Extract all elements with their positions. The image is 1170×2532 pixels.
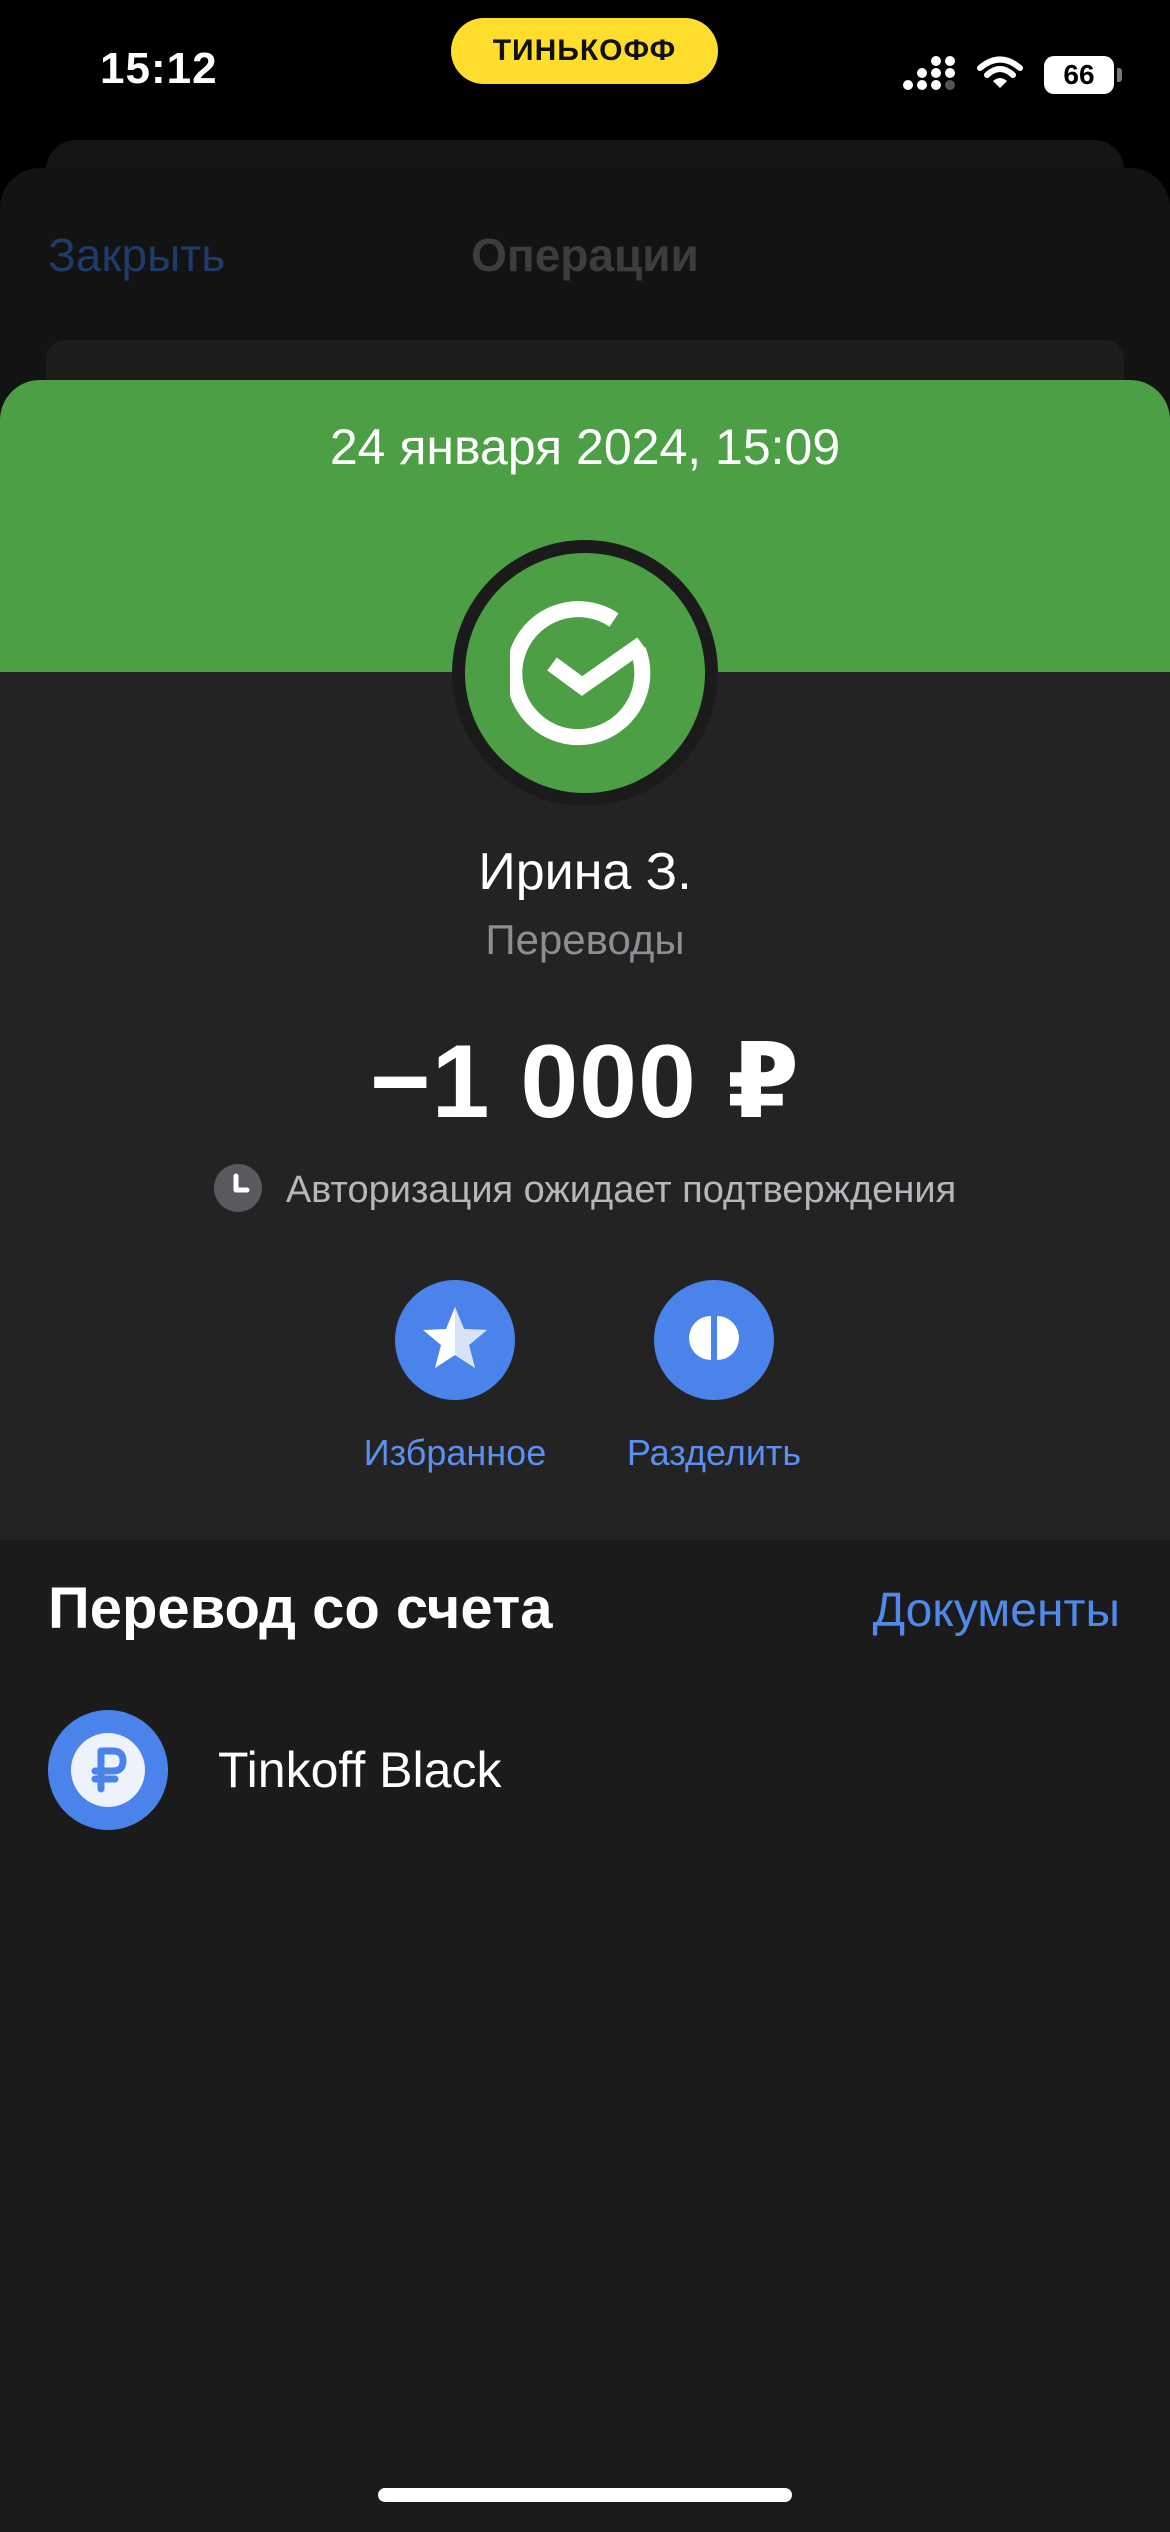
clock: 15:12: [100, 44, 218, 93]
favorite-action[interactable]: Избранное: [345, 1280, 565, 1474]
operation-sheet: 24 января 2024, 15:09 Ирина З. Переводы …: [0, 380, 1170, 2532]
source-section-title: Перевод со счета: [48, 1576, 553, 1641]
authorization-status-text: Авторизация ожидает подтверждения: [285, 1168, 957, 1211]
split-label: Разделить: [626, 1432, 802, 1473]
wifi-icon: [976, 55, 1024, 96]
split-button[interactable]: [654, 1280, 774, 1400]
operation-date: 24 января 2024, 15:09: [329, 419, 841, 475]
brand-pill: ТИНЬКОФФ: [451, 18, 718, 84]
recipient-name: Ирина З.: [478, 843, 692, 901]
documents-link[interactable]: Документы: [873, 1583, 1120, 1638]
split-action[interactable]: Разделить: [604, 1280, 824, 1474]
favorite-button[interactable]: [395, 1280, 515, 1400]
status-bar: 15:12 ТИНЬКОФФ 66: [0, 0, 1170, 150]
account-name: Tinkoff Black: [218, 1742, 502, 1798]
star-icon: [420, 1303, 490, 1378]
operation-amount: −1 000 ₽: [369, 1024, 801, 1140]
screen: Закрыть Операции 15:12 ТИНЬКОФФ 66 24 ян…: [0, 0, 1170, 2532]
authorization-status: Авторизация ожидает подтверждения: [0, 1160, 1170, 1220]
ruble-icon: [48, 1710, 168, 1830]
account-row[interactable]: Tinkoff Black: [48, 1710, 501, 1830]
operation-category[interactable]: Переводы: [0, 916, 1170, 964]
background-title: Операции: [471, 229, 699, 281]
favorite-label: Избранное: [363, 1432, 547, 1473]
battery-icon: 66: [1044, 56, 1122, 94]
home-indicator[interactable]: [378, 2488, 792, 2502]
sber-logo-icon: [465, 553, 705, 793]
signal-icon: [902, 54, 956, 97]
status-icons: 66: [902, 52, 1122, 98]
clock-icon: [213, 1163, 262, 1217]
split-icon: [678, 1313, 750, 1368]
